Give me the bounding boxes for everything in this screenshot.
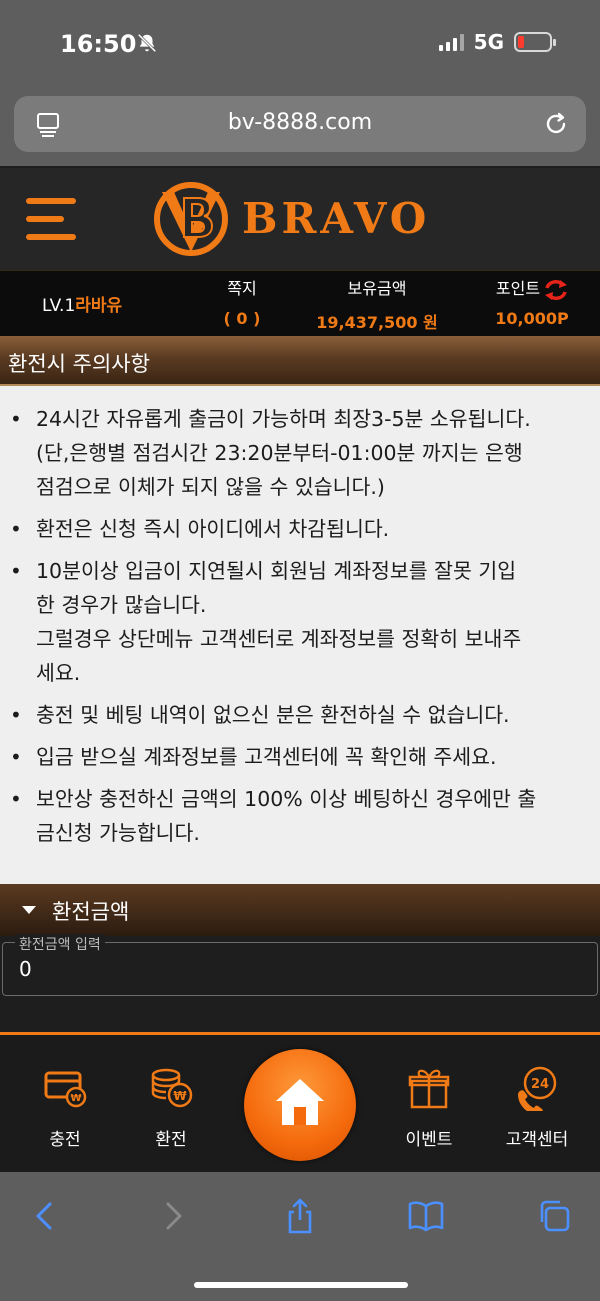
forward-icon <box>166 1202 182 1230</box>
logo-text[interactable]: BRAVO <box>242 194 430 243</box>
coins-won-icon: ₩ <box>151 1068 193 1108</box>
notice-list: 24시간 자유롭게 출금이 가능하며 최장3-5분 소유됩니다. (단,은행별 … <box>10 402 600 858</box>
exchange-amount-header[interactable]: 환전금액 <box>0 884 600 936</box>
notice-item: 입금 받으실 계좌정보를 고객센터에 꼭 확인해 주세요. <box>10 740 600 774</box>
level-label: LV.1 <box>42 296 76 316</box>
back-icon[interactable] <box>26 1198 62 1234</box>
exchange-amount-input-label: 환전금액 입력 <box>15 934 105 954</box>
nav-support[interactable]: 24 고객센터 <box>482 1065 592 1150</box>
notice-item: 10분이상 입금이 지연될시 회원님 계좌정보를 잘못 기입 한 경우가 많습니… <box>10 554 600 690</box>
site-header: BRAVO <box>0 168 600 270</box>
ios-top-bar: 16:50 5G bv-8888.com <box>0 0 600 166</box>
support-24-icon: 24 <box>518 1066 557 1111</box>
notice-item: 충전 및 베팅 내역이 없으신 분은 환전하실 수 없습니다. <box>10 698 600 732</box>
notes-count: ( 0 ) <box>223 309 261 328</box>
url-text[interactable]: bv-8888.com <box>14 110 586 135</box>
exchange-amount-title: 환전금액 <box>52 900 130 924</box>
notice-item: 24시간 자유롭게 출금이 가능하며 최장3-5분 소유됩니다. (단,은행별 … <box>10 402 600 504</box>
nav-exchange[interactable]: ₩ 환전 <box>116 1065 226 1150</box>
home-icon <box>276 1079 324 1125</box>
nav-charge-label: 충전 <box>49 1130 81 1150</box>
notice-item: 환전은 신청 즉시 아이디에서 차감됩니다. <box>10 512 600 546</box>
nav-support-label: 고객센터 <box>505 1130 569 1150</box>
home-button[interactable] <box>244 1049 356 1161</box>
nav-event-label: 이벤트 <box>405 1130 453 1150</box>
notice-panel: 환전시 주의사항 24시간 자유롭게 출금이 가능하며 최장3-5분 소유됩니다… <box>0 336 600 884</box>
nav-exchange-label: 환전 <box>155 1130 187 1150</box>
bell-slash-icon <box>137 33 157 53</box>
notice-title: 환전시 주의사항 <box>8 352 150 376</box>
nav-charge[interactable]: ₩ 충전 <box>10 1065 120 1150</box>
url-bar[interactable]: bv-8888.com <box>14 96 586 152</box>
notice-item: 보안상 충전하신 금액의 100% 이상 베팅하신 경우에만 출 금신청 가능합… <box>10 782 600 850</box>
balance-label: 보유금액 <box>347 279 407 298</box>
bottom-nav: ₩ 충전 ₩ 환전 이벤트 24 고객센터 <box>0 1032 600 1172</box>
balance-value: 19,437,500 원 <box>316 313 438 332</box>
signal-icon <box>438 33 464 51</box>
caret-down-icon <box>22 906 36 914</box>
svg-text:₩: ₩ <box>70 1093 81 1104</box>
user-info-bar: LV.1라바유 쪽지 ( 0 ) 보유금액 19,437,500 원 포인트 1… <box>0 270 600 336</box>
notice-header: 환전시 주의사항 <box>0 336 600 386</box>
points-column: 포인트 10,000P <box>476 277 588 328</box>
tabs-icon[interactable] <box>536 1198 572 1234</box>
svg-text:₩: ₩ <box>173 1089 187 1103</box>
reload-icon[interactable] <box>542 110 570 138</box>
battery-icon <box>514 32 556 52</box>
exchange-amount-value[interactable]: 0 <box>19 957 32 981</box>
points-label: 포인트 <box>495 279 541 298</box>
user-level: LV.1라바유 <box>42 291 122 316</box>
support-badge: 24 <box>531 1077 549 1092</box>
share-icon[interactable] <box>282 1198 318 1234</box>
gift-icon <box>408 1069 450 1109</box>
safari-toolbar <box>0 1172 600 1301</box>
exchange-amount-area: 환전금액 입력 0 <box>0 934 600 1032</box>
refresh-points-icon[interactable] <box>544 279 568 301</box>
status-right: 5G <box>438 30 556 54</box>
notes-column[interactable]: 쪽지 ( 0 ) <box>212 277 272 328</box>
status-time: 16:50 <box>60 30 137 58</box>
hamburger-menu-icon[interactable] <box>26 198 80 240</box>
balance-column: 보유금액 19,437,500 원 <box>302 277 452 333</box>
network-label: 5G <box>473 30 504 54</box>
nav-event[interactable]: 이벤트 <box>374 1065 484 1150</box>
wallet-won-icon: ₩ <box>44 1071 87 1108</box>
username[interactable]: 라바유 <box>75 296 122 316</box>
notes-label: 쪽지 <box>227 279 257 298</box>
bookmarks-icon[interactable] <box>408 1198 444 1234</box>
bravo-logo-icon[interactable] <box>150 178 232 260</box>
points-value: 10,000P <box>495 309 569 328</box>
home-indicator <box>194 1282 408 1288</box>
points-label-row: 포인트 <box>476 277 588 301</box>
exchange-amount-input[interactable]: 환전금액 입력 0 <box>2 934 598 996</box>
